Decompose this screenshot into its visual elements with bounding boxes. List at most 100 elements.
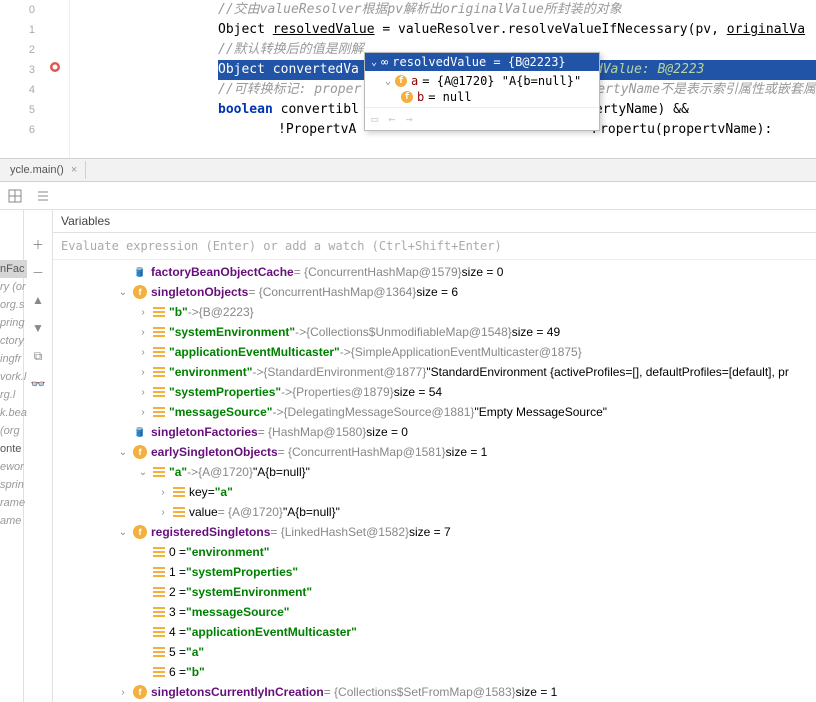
entry-icon [153, 667, 165, 677]
entry-icon [153, 607, 165, 617]
forward-icon[interactable]: → [405, 112, 412, 126]
chevron-right-icon[interactable]: › [157, 507, 169, 518]
tree-node[interactable]: ›5 = "a" [53, 642, 816, 662]
field-icon: f [133, 685, 147, 699]
tooltip-row[interactable]: f b = null [365, 89, 599, 105]
chevron-down-icon[interactable]: ⌄ [117, 287, 129, 298]
tree-node[interactable]: ›"b" -> {B@2223} [53, 302, 816, 322]
down-icon[interactable]: ▼ [30, 320, 46, 336]
chevron-right-icon[interactable]: › [137, 307, 149, 318]
tree-node[interactable]: ›key = "a" [53, 482, 816, 502]
code: !PropertvA [278, 122, 356, 137]
entry-icon [173, 487, 185, 497]
entry-icon [153, 467, 165, 477]
tree-node[interactable]: ›"systemProperties" -> {Properties@1879}… [53, 382, 816, 402]
tree-node[interactable]: ›3 = "messageSource" [53, 602, 816, 622]
entry-icon [153, 567, 165, 577]
code-comment: //交由valueResolver根据pv解析出originalValue所封装… [218, 2, 622, 17]
infinity-icon: ∞ [381, 55, 388, 69]
field-value: = null [428, 90, 471, 104]
entry-icon [153, 367, 165, 377]
field-value: = {A@1720} "A{b=null}" [422, 74, 581, 88]
tree-node[interactable]: ›"applicationEventMulticaster" -> {Simpl… [53, 342, 816, 362]
tree-node[interactable]: ⌄fregisteredSingletons = {LinkedHashSet@… [53, 522, 816, 542]
tree-node[interactable]: ›🛢️singletonFactories = {HashMap@1580} s… [53, 422, 816, 442]
frame-row[interactable]: ewor [0, 458, 27, 476]
entry-icon [153, 587, 165, 597]
entry-icon [153, 547, 165, 557]
execution-point-icon[interactable] [49, 61, 61, 73]
value-tooltip[interactable]: ⌄ ∞ resolvedValue = {B@2223} ⌄ f a = {A@… [364, 52, 600, 131]
frame-row[interactable]: pring [0, 314, 27, 332]
frame-row[interactable]: nFac [0, 260, 27, 278]
frame-row[interactable]: ame [0, 512, 27, 530]
chevron-right-icon[interactable]: › [137, 347, 149, 358]
code-comment: ertyName不是表示索引属性或嵌套属 [597, 82, 816, 97]
frame-row[interactable]: vork.l [0, 368, 27, 386]
frame-row[interactable]: ingfr [0, 350, 27, 368]
variables-tree[interactable]: ›🛢️factoryBeanObjectCache = {ConcurrentH… [53, 260, 816, 702]
chevron-right-icon[interactable]: › [137, 407, 149, 418]
chevron-right-icon[interactable]: › [137, 387, 149, 398]
tree-node[interactable]: ›0 = "environment" [53, 542, 816, 562]
glasses-icon[interactable]: 👓 [30, 376, 46, 392]
code: boolean [218, 102, 273, 117]
tree-node[interactable]: ⌄"a" -> {A@1720} "A{b=null}" [53, 462, 816, 482]
tooltip-row[interactable]: ⌄ f a = {A@1720} "A{b=null}" [365, 73, 599, 89]
line-no: 2 [0, 40, 69, 60]
code: resolvedValue [273, 22, 375, 37]
frames-list[interactable]: nFac ry (or org.s pring ctory ingfr vork… [0, 260, 27, 530]
chevron-down-icon[interactable]: ⌄ [137, 467, 149, 478]
tree-node[interactable]: ›"systemEnvironment" -> {Collections$Unm… [53, 322, 816, 342]
frame-row[interactable]: rg.l [0, 386, 27, 404]
add-icon[interactable]: ＋ [30, 236, 46, 252]
chevron-right-icon[interactable]: › [157, 487, 169, 498]
set-value-icon[interactable]: ▭ [371, 112, 378, 126]
debug-panel: ＋ － ▲ ▼ ⧉ 👓 Variables Evaluate expressio… [0, 210, 816, 702]
chevron-right-icon[interactable]: › [137, 367, 149, 378]
chevron-right-icon[interactable]: › [117, 687, 129, 698]
editor-area[interactable]: 0 1 2 3 4 5 6 //交由valueResolver根据pv解析出or… [0, 0, 816, 158]
code: originalVa [727, 22, 805, 37]
back-icon[interactable]: ← [388, 112, 395, 126]
tree-node[interactable]: ›"messageSource" -> {DelegatingMessageSo… [53, 402, 816, 422]
tree-node[interactable]: ›4 = "applicationEventMulticaster" [53, 622, 816, 642]
tree-node[interactable]: ›🛢️factoryBeanObjectCache = {ConcurrentH… [53, 262, 816, 282]
run-tab[interactable]: ycle.main() × [2, 161, 86, 179]
evaluate-input[interactable]: Evaluate expression (Enter) or add a wat… [53, 233, 816, 260]
tree-node[interactable]: ›6 = "b" [53, 662, 816, 682]
tooltip-footer: ▭ ← → [365, 107, 599, 130]
chevron-down-icon[interactable]: ⌄ [371, 57, 377, 68]
chevron-down-icon[interactable]: ⌄ [385, 76, 391, 87]
tree-node[interactable]: ›1 = "systemProperties" [53, 562, 816, 582]
frame-row[interactable]: (org [0, 422, 27, 440]
frame-row[interactable]: onte [0, 440, 27, 458]
chevron-down-icon[interactable]: ⌄ [117, 447, 129, 458]
gutter: 0 1 2 3 4 5 6 [0, 0, 70, 158]
tree-node[interactable]: ⌄fsingletonObjects = {ConcurrentHashMap@… [53, 282, 816, 302]
up-icon[interactable]: ▲ [30, 292, 46, 308]
frame-row[interactable]: ctory [0, 332, 27, 350]
frame-row[interactable]: ry (or [0, 278, 27, 296]
remove-icon[interactable]: － [30, 264, 46, 280]
frame-row[interactable]: org.s [0, 296, 27, 314]
inline-value: dValue: B@2223 [595, 62, 705, 77]
object-icon: 🛢️ [133, 425, 147, 439]
tree-node[interactable]: ›fsingletonsCurrentlyInCreation = {Colle… [53, 682, 816, 702]
tree-node[interactable]: ›"environment" -> {StandardEnvironment@1… [53, 362, 816, 382]
frame-row[interactable]: rame [0, 494, 27, 512]
chevron-down-icon[interactable]: ⌄ [117, 527, 129, 538]
entry-icon [153, 347, 165, 357]
chevron-right-icon[interactable]: › [137, 327, 149, 338]
entry-icon [153, 307, 165, 317]
copy-icon[interactable]: ⧉ [30, 348, 46, 364]
frame-row[interactable]: k.bea [0, 404, 27, 422]
close-icon[interactable]: × [71, 164, 77, 176]
list-icon[interactable] [34, 187, 52, 205]
tree-node[interactable]: ›value = {A@1720} "A{b=null}" [53, 502, 816, 522]
layout-icon[interactable] [6, 187, 24, 205]
frame-row[interactable]: sprin [0, 476, 27, 494]
tree-node[interactable]: ›2 = "systemEnvironment" [53, 582, 816, 602]
line-no: 5 [0, 100, 69, 120]
tree-node[interactable]: ⌄fearlySingletonObjects = {ConcurrentHas… [53, 442, 816, 462]
